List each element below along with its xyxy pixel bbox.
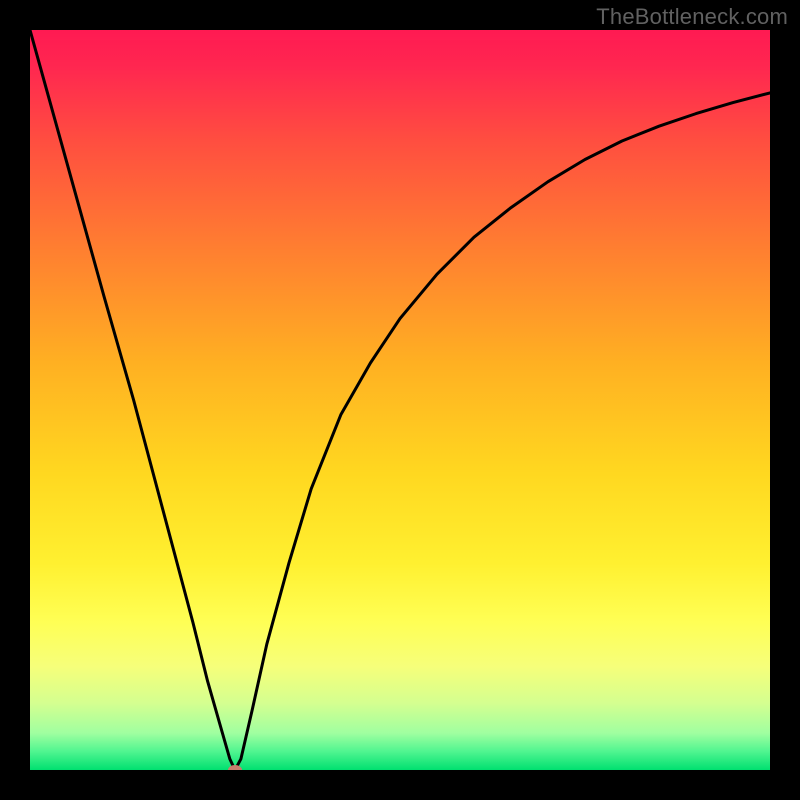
plot-area	[30, 30, 770, 770]
watermark-text: TheBottleneck.com	[596, 4, 788, 30]
minimum-marker	[228, 765, 242, 770]
chart-frame: TheBottleneck.com	[0, 0, 800, 800]
curve-line	[30, 30, 770, 770]
